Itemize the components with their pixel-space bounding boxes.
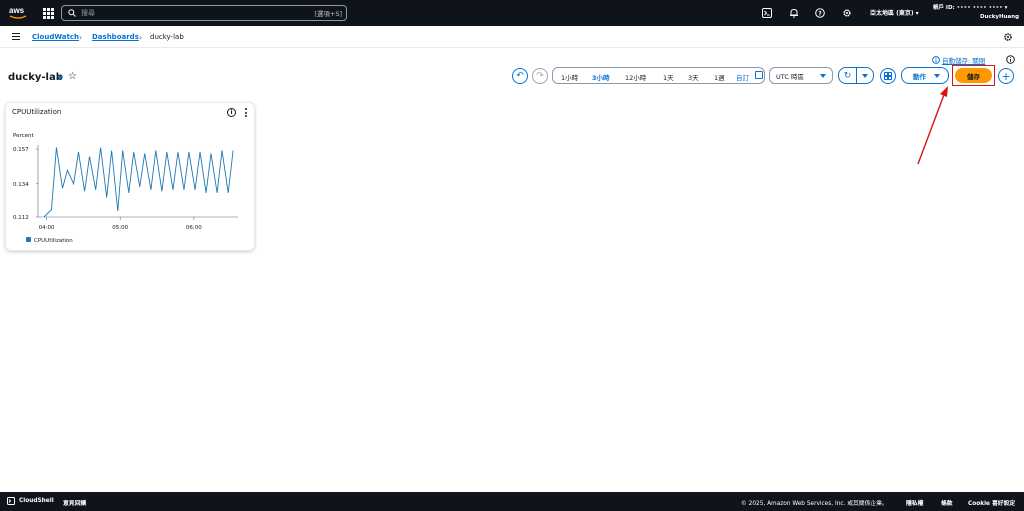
notifications-bell-icon[interactable] (789, 8, 799, 18)
svg-text:aws: aws (9, 6, 25, 15)
account-menu[interactable]: 帳戶 ID: •••• •••• •••• ▾ (933, 3, 1007, 11)
footer-cloudshell[interactable]: CloudShell (19, 498, 54, 504)
autosave-toggle[interactable]: 自動儲存: 關閉 (932, 55, 985, 65)
redo-icon[interactable]: ↷ (532, 68, 548, 84)
breadcrumb-current: ducky-lab (150, 33, 184, 41)
info-icon (932, 56, 940, 64)
x-tick-label: 06:00 (186, 225, 202, 231)
footer-cookies[interactable]: Cookie 喜好設定 (968, 498, 1015, 507)
breadcrumb-separator-icon: › (79, 33, 83, 42)
help-icon[interactable]: ? (815, 8, 825, 18)
add-widget-icon[interactable]: + (998, 68, 1014, 84)
undo-icon[interactable]: ↶ (512, 68, 528, 84)
settings-gear-icon[interactable] (842, 8, 852, 18)
search-placeholder: 搜尋 (81, 9, 95, 17)
refresh-button-group: ↻ (838, 67, 874, 84)
time-range-selector: 1小時 3小時 12小時 1天 3天 1週 自訂 (552, 67, 765, 84)
time-range-1h[interactable]: 1小時 (561, 72, 578, 82)
search-input[interactable]: 搜尋 [選項+S] (61, 5, 347, 21)
time-range-3d[interactable]: 3天 (688, 72, 699, 82)
cloudshell-icon (7, 497, 15, 505)
breadcrumb-separator-icon: › (139, 33, 143, 42)
footer-copyright: © 2025, Amazon Web Services, Inc. 或其關係企業… (741, 501, 888, 507)
svg-text:?: ? (818, 10, 822, 17)
x-tick-label: 04:00 (39, 225, 55, 231)
legend-swatch (26, 237, 31, 242)
favorite-star-icon[interactable]: ☆ (68, 71, 77, 82)
series-line-CPUUtilization (43, 147, 234, 218)
info-icon[interactable] (1006, 55, 1015, 64)
y-tick-label: 0.112 (13, 215, 29, 221)
side-nav-toggle-icon[interactable] (12, 33, 20, 40)
y-axis-label: Percent (13, 133, 35, 139)
top-navigation: aws 搜尋 [選項+S] ? 亞太地區 (東京) ▾ 帳戶 ID: •••• … (0, 0, 1024, 26)
line-chart: Percent 0.157 0.134 0.112 04:00 05:00 06:00 CPU… (13, 133, 238, 244)
footer-feedback[interactable]: 意見回饋 (63, 498, 86, 507)
cloudshell-icon[interactable] (762, 8, 772, 18)
footer: CloudShell 意見回饋 © 2025, Amazon Web Servi… (0, 492, 1024, 511)
save-label: 儲存 (967, 72, 980, 81)
time-range-12h[interactable]: 12小時 (625, 72, 646, 82)
region-selector[interactable]: 亞太地區 (東京) ▾ (870, 8, 919, 17)
refresh-icon[interactable]: ↻ (839, 68, 857, 83)
timezone-value: UTC 時區 (776, 72, 804, 81)
footer-privacy[interactable]: 隱私權 (906, 498, 923, 507)
breadcrumb-dashboards[interactable]: Dashboards (92, 33, 139, 41)
actions-dropdown[interactable]: 動作 (901, 67, 949, 84)
breadcrumb-cloudwatch[interactable]: CloudWatch (32, 33, 79, 41)
save-button[interactable]: 儲存 (955, 68, 992, 83)
x-tick-label: 05:00 (112, 225, 128, 231)
fullscreen-icon[interactable] (880, 68, 896, 84)
time-range-1w[interactable]: 1週 (714, 72, 725, 82)
time-range-3h[interactable]: 3小時 (592, 72, 610, 82)
account-id-label: 帳戶 ID: (933, 5, 955, 11)
region-label: 亞太地區 (東京) (870, 10, 914, 17)
preferences-gear-icon[interactable] (1003, 32, 1013, 42)
timezone-select[interactable]: UTC 時區 (769, 67, 833, 84)
footer-terms[interactable]: 條款 (941, 498, 953, 507)
y-tick-label: 0.134 (13, 182, 29, 188)
search-shortcut: [選項+S] (314, 10, 342, 18)
caret-down-icon (820, 74, 826, 78)
y-tick-label: 0.157 (13, 147, 29, 153)
search-icon (68, 9, 76, 17)
services-menu-icon[interactable] (43, 8, 54, 19)
account-username: DuckyHuang (980, 14, 1020, 20)
legend-label: CPUUtilization (34, 238, 73, 244)
aws-logo-icon[interactable]: aws (8, 5, 28, 21)
metric-widget[interactable]: CPUUtilization i Percent 0.157 0.134 0.112 0… (5, 102, 255, 251)
actions-label: 動作 (913, 72, 926, 81)
autosave-label: 自動儲存: 關閉 (942, 57, 986, 65)
dashboard-title: ducky-lab (8, 72, 63, 83)
time-range-1d[interactable]: 1天 (663, 72, 674, 82)
time-range-custom[interactable]: 自訂 (736, 72, 749, 82)
dashboard-dropdown-icon[interactable] (57, 76, 63, 80)
calendar-icon[interactable] (755, 71, 763, 79)
refresh-options-dropdown[interactable] (857, 68, 873, 83)
caret-down-icon (934, 74, 940, 78)
account-id-value: •••• •••• •••• (956, 5, 1003, 11)
